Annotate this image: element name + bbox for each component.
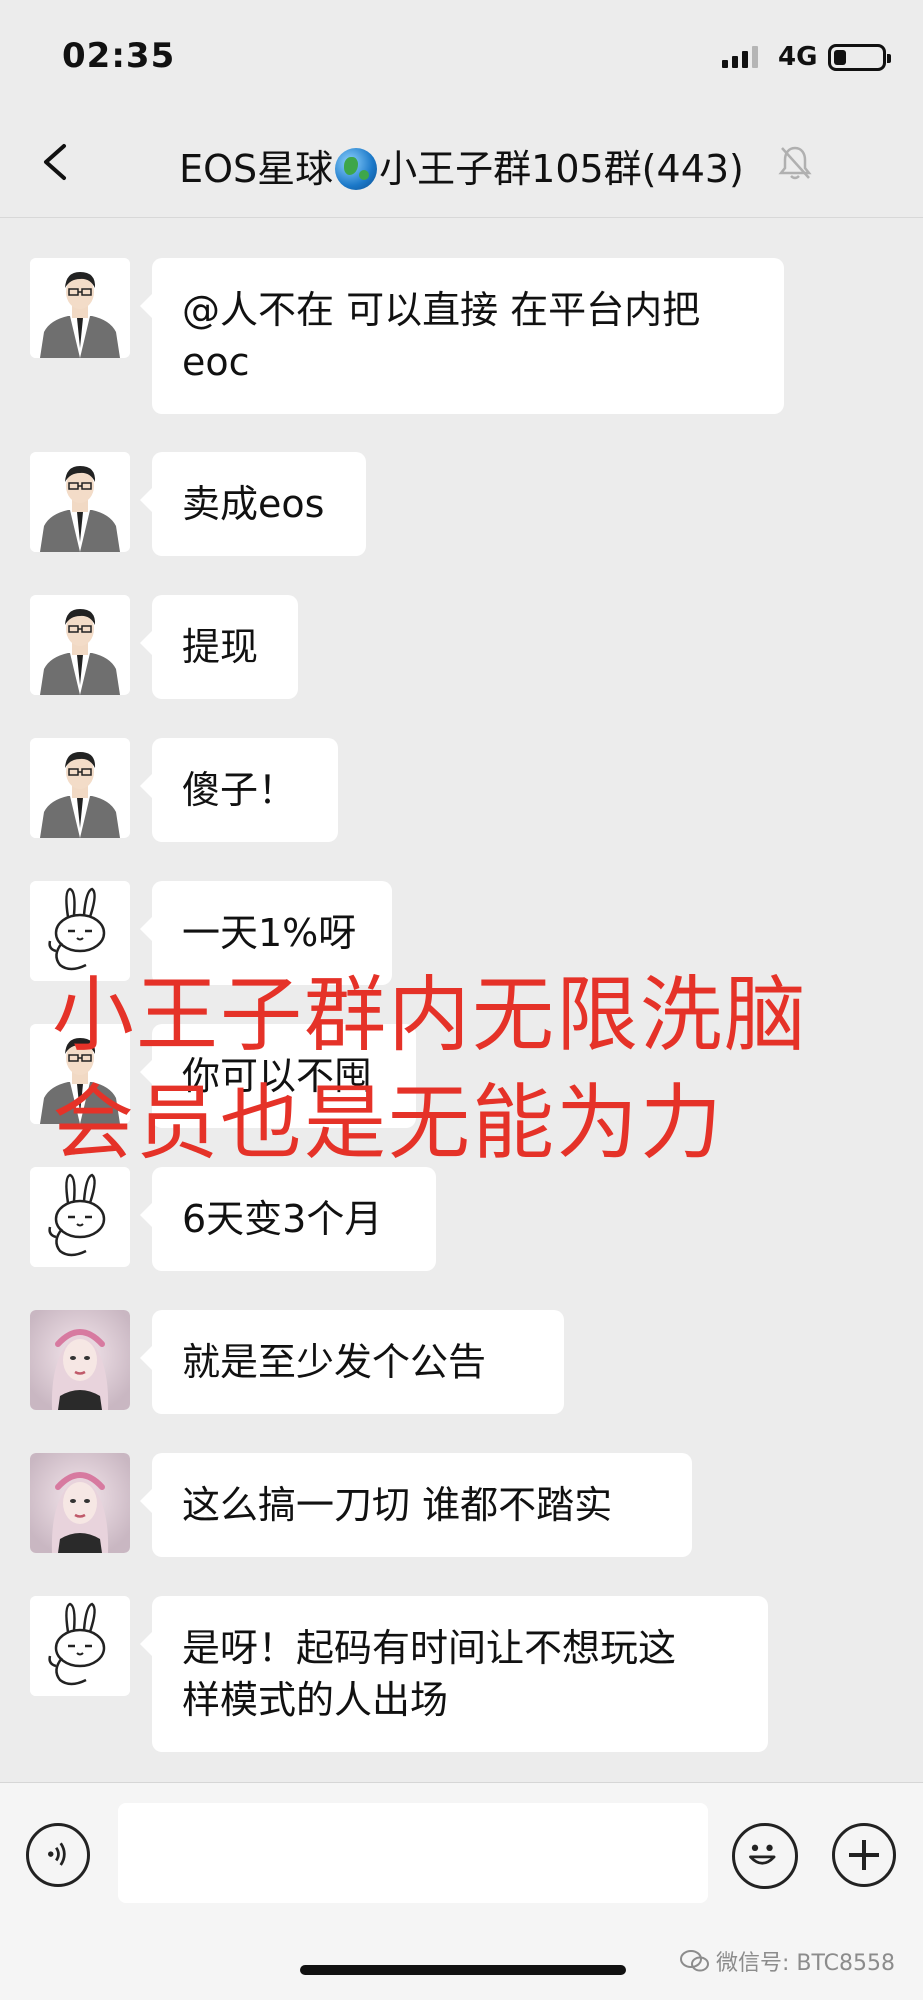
woman-avatar[interactable] <box>30 1453 130 1553</box>
watermark-text: 微信号: BTC8558 <box>716 1951 895 1976</box>
signal-icon <box>722 44 758 68</box>
man-in-suit-avatar[interactable] <box>30 738 130 838</box>
voice-icon[interactable] <box>26 1823 90 1887</box>
emoji-icon[interactable] <box>732 1823 798 1889</box>
message-bubble[interactable]: 是呀！起码有时间让不想玩这 样模式的人出场 <box>140 1596 768 1752</box>
overlay-caption-line-1: 小王子群内无限洗脑 <box>52 968 809 1063</box>
message-bubble[interactable]: 傻子！ <box>140 738 338 842</box>
message-bubble[interactable]: 提现 <box>140 595 298 699</box>
input-bar: 微信号: BTC8558 <box>0 1782 923 2000</box>
message-bubble[interactable]: 这么搞一刀切 谁都不踏实 <box>140 1453 692 1557</box>
status-bar: 02:35 4G <box>0 0 923 110</box>
message-text-line: 就是至少发个公告 <box>182 1340 487 1384</box>
plus-icon[interactable] <box>832 1823 896 1887</box>
message-text-line: 傻子！ <box>182 768 297 812</box>
status-time: 02:35 <box>62 36 176 76</box>
chat-title-prefix: EOS星球 <box>179 147 334 191</box>
rabbit-avatar[interactable] <box>30 1596 130 1696</box>
message-input[interactable] <box>118 1803 708 1903</box>
globe-emoji-icon <box>335 148 378 190</box>
rabbit-avatar[interactable] <box>30 881 130 981</box>
message-text-line: 卖成eos <box>182 482 325 526</box>
rabbit-avatar[interactable] <box>30 1167 130 1267</box>
message-text-line: 这么搞一刀切 谁都不踏实 <box>182 1483 613 1527</box>
network-type: 4G <box>778 42 818 72</box>
wechat-watermark: 微信号: BTC8558 <box>680 1945 895 1977</box>
man-in-suit-avatar[interactable] <box>30 258 130 358</box>
message-bubble[interactable]: 卖成eos <box>140 452 366 556</box>
bell-slash-icon <box>778 146 812 180</box>
message-text-line: 是呀！起码有时间让不想玩这 <box>182 1626 677 1670</box>
man-in-suit-avatar[interactable] <box>30 595 130 695</box>
chat-header: EOS星球 小王子群105群(443) <box>0 110 923 218</box>
message-text-line: 提现 <box>182 625 259 669</box>
battery-level <box>834 50 846 65</box>
message-text-line: 一天1%呀 <box>182 911 357 955</box>
chat-title-suffix: 小王子群105群(443) <box>379 147 744 191</box>
message-text-line: eoc <box>182 340 250 384</box>
woman-avatar[interactable] <box>30 1310 130 1410</box>
overlay-caption-line-2: 会员也是无能为力 <box>52 1076 725 1171</box>
battery-icon <box>828 44 891 71</box>
message-bubble[interactable]: 6天变3个月 <box>140 1167 436 1271</box>
message-text-line: 6天变3个月 <box>182 1197 383 1241</box>
wechat-logo-icon <box>680 1950 709 1972</box>
home-indicator[interactable] <box>300 1965 626 1975</box>
message-text-line: @人不在 可以直接 在平台内把 <box>182 288 701 332</box>
message-bubble[interactable]: @人不在 可以直接 在平台内把 eoc <box>140 258 784 414</box>
message-text-line: 样模式的人出场 <box>182 1678 449 1722</box>
man-in-suit-avatar[interactable] <box>30 452 130 552</box>
message-bubble[interactable]: 就是至少发个公告 <box>140 1310 564 1414</box>
